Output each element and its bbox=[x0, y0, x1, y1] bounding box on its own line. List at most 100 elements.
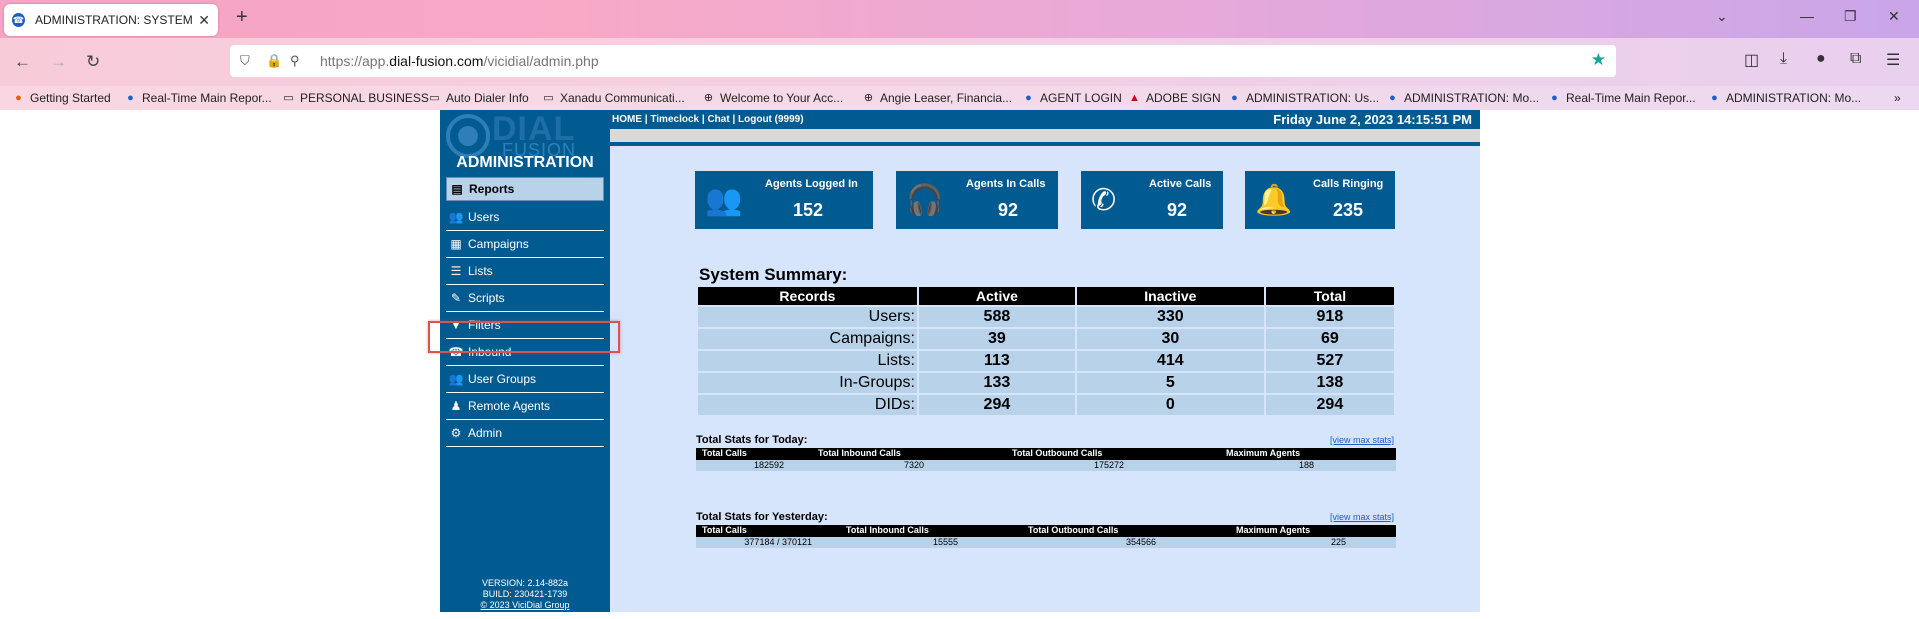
bookmark-item[interactable]: ▲ ADOBE SIGN bbox=[1128, 91, 1221, 105]
stat-value: 235 bbox=[1333, 200, 1364, 220]
version-text: VERSION: 2.14-882a bbox=[481, 578, 569, 588]
bookmark-folder[interactable]: ▭ PERSONAL BUSINESS bbox=[282, 91, 429, 105]
more-bookmarks-icon[interactable]: » bbox=[1894, 91, 1901, 105]
bookmark-item[interactable]: ● ADMINISTRATION: Mo... bbox=[1708, 91, 1861, 105]
table-header: Inactive bbox=[1076, 287, 1264, 305]
browser-titlebar: ☎ ADMINISTRATION: SYSTEM SNA ✕ + ⌄ — ❐ ✕ bbox=[0, 0, 1919, 38]
stat-card-calls-ringing: 🔔 Calls Ringing 235 bbox=[1245, 171, 1395, 229]
stat-value: 152 bbox=[793, 200, 824, 220]
bookmark-star-icon[interactable]: ★ bbox=[1591, 50, 1606, 70]
stat-label: Agents In Calls bbox=[966, 178, 1046, 190]
row-label: DIDs: bbox=[698, 395, 917, 415]
date-time: Friday June 2, 2023 14:15:51 PM bbox=[1273, 112, 1472, 127]
browser-navbar: ← → ↻ ⛉ 🔒 ⚲ https://app.dial-fusion.com/… bbox=[0, 38, 1919, 86]
table-cell: 188 bbox=[1298, 460, 1314, 470]
table-cell: 138 bbox=[1265, 373, 1394, 393]
bell-icon: 🔔 bbox=[1255, 184, 1293, 217]
yesterday-stats-table: Total Calls Total Inbound Calls Total Ou… bbox=[696, 525, 1396, 548]
table-cell: 69 bbox=[1265, 329, 1394, 349]
back-icon[interactable]: ← bbox=[14, 52, 31, 72]
table-row: DIDs: 294 0 294 bbox=[698, 395, 1394, 415]
sidebar-item-lists[interactable]: ☰ Lists bbox=[446, 258, 604, 285]
sidebar-item-scripts[interactable]: ✎ Scripts bbox=[446, 285, 604, 312]
sidebar-item-campaigns[interactable]: ▦ Campaigns bbox=[446, 231, 604, 258]
table-row: In-Groups: 133 5 138 bbox=[698, 373, 1394, 393]
sidebar: DIAL FUSION ADMINISTRATION ▤ Reports 👥 Use… bbox=[428, 110, 620, 612]
sub-header-bar bbox=[610, 129, 1480, 142]
stat-label: Agents Logged In bbox=[765, 178, 858, 190]
table-cell: 294 bbox=[918, 395, 1075, 415]
table-cell: 39 bbox=[918, 329, 1075, 349]
table-cell: 182592 bbox=[753, 460, 784, 470]
bookmark-item[interactable]: ● Real-Time Main Repor... bbox=[1548, 91, 1695, 105]
restore-icon[interactable]: ❐ bbox=[1844, 8, 1857, 25]
extensions-icon[interactable]: ⧉ bbox=[1850, 50, 1861, 68]
lock-icon[interactable]: 🔒 bbox=[266, 53, 282, 69]
chevron-down-icon[interactable]: ⌄ bbox=[1716, 8, 1728, 25]
stat-card-agents-in-calls: 🎧 Agents In Calls 92 bbox=[896, 171, 1058, 229]
table-cell: 918 bbox=[1265, 307, 1394, 327]
sidebar-item-remote-agents[interactable]: ♟ Remote Agents bbox=[446, 393, 604, 420]
users-icon: 👥 bbox=[448, 210, 464, 224]
sidebar-item-reports[interactable]: ▤ Reports bbox=[446, 177, 604, 201]
forward-icon[interactable]: → bbox=[50, 52, 67, 72]
row-label: In-Groups: bbox=[698, 373, 917, 393]
table-cell: 15555 bbox=[932, 537, 958, 547]
bookmark-item[interactable]: ● ADMINISTRATION: Us... bbox=[1228, 91, 1379, 105]
table-cell: 354566 bbox=[1125, 537, 1156, 547]
top-links[interactable]: HOME | Timeclock | Chat | Logout (9999) bbox=[612, 114, 804, 125]
sidebar-item-admin[interactable]: ⚙ Admin bbox=[446, 420, 604, 447]
bookmark-folder[interactable]: ▭ Auto Dialer Info bbox=[428, 91, 528, 105]
row-label: Campaigns: bbox=[698, 329, 917, 349]
sidebar-item-user-groups[interactable]: 👥 User Groups bbox=[446, 366, 604, 393]
minimize-icon[interactable]: — bbox=[1800, 8, 1814, 24]
table-header: Maximum Agents bbox=[1226, 448, 1301, 458]
header-divider bbox=[610, 142, 1480, 146]
table-header: Total bbox=[1265, 287, 1394, 305]
sidebar-menu: ▤ Reports 👥 Users ▦ Campaigns ☰ Lists ✎ Scrip… bbox=[428, 177, 620, 447]
today-stats-table: Total Calls Total Inbound Calls Total Ou… bbox=[696, 448, 1396, 471]
table-cell: 0 bbox=[1076, 395, 1264, 415]
top-header-bar: HOME | Timeclock | Chat | Logout (9999) … bbox=[610, 110, 1480, 129]
bookmark-item[interactable]: ● Real-Time Main Repor... bbox=[124, 91, 271, 105]
close-icon[interactable]: ✕ bbox=[198, 12, 210, 29]
table-cell: 30 bbox=[1076, 329, 1264, 349]
table-header: Total Outbound Calls bbox=[1012, 448, 1103, 458]
table-row: Lists: 113 414 527 bbox=[698, 351, 1394, 371]
bookmark-item[interactable]: ⊕ Angie Leaser, Financia... bbox=[862, 91, 1012, 105]
sidebar-item-users[interactable]: 👥 Users bbox=[446, 204, 604, 231]
agents-in-calls-icon: 🎧 bbox=[906, 184, 944, 217]
table-cell: 377184 / 370121 bbox=[744, 537, 812, 547]
vicidial-favicon-icon: ☎ bbox=[12, 13, 25, 27]
bookmark-item[interactable]: ● AGENT LOGIN bbox=[1022, 91, 1122, 105]
bookmark-item[interactable]: ● Getting Started bbox=[12, 91, 111, 105]
pocket-icon[interactable]: ◫ bbox=[1744, 50, 1759, 70]
system-summary-title: System Summary: bbox=[699, 265, 848, 284]
account-icon[interactable]: ● bbox=[1816, 50, 1826, 68]
copyright-link[interactable]: © 2023 ViciDial Group bbox=[440, 600, 610, 611]
close-window-icon[interactable]: ✕ bbox=[1888, 8, 1900, 25]
stat-card-agents-logged-in: 👥 Agents Logged In 152 bbox=[695, 171, 873, 229]
permissions-icon[interactable]: ⚲ bbox=[290, 53, 300, 69]
table-header: Total Inbound Calls bbox=[818, 448, 901, 458]
downloads-icon[interactable]: ⤓ bbox=[1780, 50, 1787, 68]
yesterday-view-max-stats-link[interactable]: [view max stats] bbox=[1330, 512, 1394, 522]
dial-fusion-logo[interactable]: DIAL FUSION bbox=[446, 110, 606, 160]
new-tab-icon[interactable]: + bbox=[236, 6, 248, 29]
bookmark-folder[interactable]: ▭ Xanadu Communicati... bbox=[542, 91, 684, 105]
build-text: BUILD: 230421-1739 bbox=[482, 589, 568, 599]
bookmark-item[interactable]: ⊕ Welcome to Your Acc... bbox=[702, 91, 843, 105]
browser-tab[interactable]: ☎ ADMINISTRATION: SYSTEM SNA ✕ bbox=[4, 4, 218, 36]
table-cell: 133 bbox=[918, 373, 1075, 393]
table-cell: 113 bbox=[918, 351, 1075, 371]
url-bar[interactable]: ⛉ 🔒 ⚲ https://app.dial-fusion.com/vicidi… bbox=[230, 45, 1616, 77]
menu-icon[interactable]: ☰ bbox=[1886, 50, 1900, 70]
stat-card-active-calls: ✆ Active Calls 92 bbox=[1081, 171, 1223, 229]
shield-icon[interactable]: ⛉ bbox=[240, 53, 250, 69]
url-text[interactable]: https://app.dial-fusion.com/vicidial/adm… bbox=[320, 53, 599, 69]
bookmark-item[interactable]: ● ADMINISTRATION: Mo... bbox=[1386, 91, 1539, 105]
reload-icon[interactable]: ↻ bbox=[86, 52, 100, 72]
table-cell: 414 bbox=[1076, 351, 1264, 371]
version-info: VERSION: 2.14-882a BUILD: 230421-1739 © … bbox=[440, 578, 610, 611]
today-view-max-stats-link[interactable]: [view max stats] bbox=[1330, 435, 1394, 445]
